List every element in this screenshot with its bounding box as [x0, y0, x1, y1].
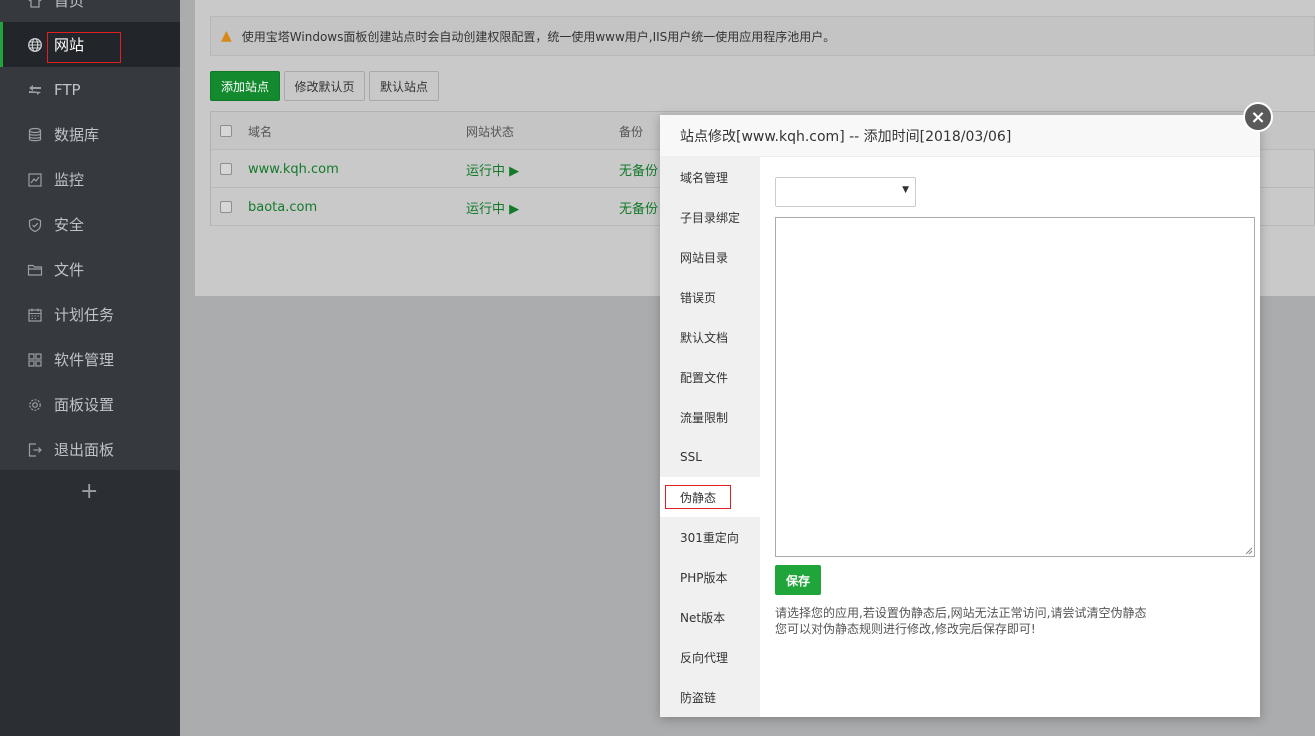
row-checkbox[interactable]: [220, 163, 232, 175]
tab-reverse-proxy[interactable]: 反向代理: [660, 637, 760, 677]
sidebar-item-files[interactable]: 文件: [0, 247, 180, 292]
chevron-down-icon: ▼: [902, 185, 909, 195]
tab-error-page[interactable]: 错误页: [660, 277, 760, 317]
sidebar-menu: 首页 网站 FTP 数据库 监控 安全 文件 计划任务 软件管理 面板设置 退出…: [0, 0, 180, 470]
resize-grip-icon[interactable]: [1245, 547, 1253, 555]
sidebar-item-label: FTP: [54, 80, 81, 99]
tab-site-directory[interactable]: 网站目录: [660, 237, 760, 277]
header-backup: 备份: [619, 124, 644, 139]
select-all-checkbox[interactable]: [220, 125, 232, 137]
sidebar-item-logout[interactable]: 退出面板: [0, 427, 180, 472]
sidebar-item-label: 退出面板: [54, 441, 115, 459]
tab-config-file[interactable]: 配置文件: [660, 357, 760, 397]
monitor-icon: [27, 172, 43, 188]
site-backup[interactable]: 无备份: [619, 188, 658, 226]
edit-default-page-button[interactable]: 修改默认页: [284, 71, 365, 101]
tab-301-redirect[interactable]: 301重定向: [660, 517, 760, 557]
sidebar-item-label: 面板设置: [54, 396, 115, 414]
tip-line: 请选择您的应用,若设置伪静态后,网站无法正常访问,请尝试清空伪静态: [775, 606, 1147, 620]
sidebar-item-ftp[interactable]: FTP: [0, 67, 180, 112]
site-status[interactable]: 运行中 ▶: [466, 150, 519, 188]
tab-net-version[interactable]: Net版本: [660, 597, 760, 637]
add-menu-button[interactable]: +: [80, 480, 98, 504]
rewrite-rules-textarea[interactable]: [775, 217, 1255, 557]
tab-hotlink-protection[interactable]: 防盗链: [660, 677, 760, 717]
row-checkbox[interactable]: [220, 201, 232, 213]
tab-default-document[interactable]: 默认文档: [660, 317, 760, 357]
folder-icon: [27, 262, 43, 278]
ftp-icon: [27, 82, 43, 98]
calendar-icon: [27, 307, 43, 323]
highlight-box-rewrite: [665, 485, 731, 509]
notice-bar: ▲ 使用宝塔Windows面板创建站点时会自动创建权限配置，统一使用www用户,…: [210, 16, 1315, 56]
tab-domain-management[interactable]: 域名管理: [660, 157, 760, 197]
sidebar-item-label: 首页: [54, 0, 85, 10]
tab-subdirectory-binding[interactable]: 子目录绑定: [660, 197, 760, 237]
highlight-box-website: [47, 32, 121, 63]
warning-icon: ▲: [221, 28, 232, 44]
modal-title: 站点修改[www.kqh.com] -- 添加时间[2018/03/06]: [660, 115, 1260, 157]
site-domain-link[interactable]: baota.com: [248, 188, 317, 226]
home-icon: [27, 0, 43, 9]
sidebar: 首页 网站 FTP 数据库 监控 安全 文件 计划任务 软件管理 面板设置 退出…: [0, 0, 180, 736]
logout-icon: [27, 442, 43, 458]
sidebar-item-monitor[interactable]: 监控: [0, 157, 180, 202]
modal-tab-list: 域名管理 子目录绑定 网站目录 错误页 默认文档 配置文件 流量限制 SSL 伪…: [660, 157, 760, 717]
sidebar-item-label: 监控: [54, 171, 85, 189]
header-domain[interactable]: 域名: [248, 112, 272, 150]
sidebar-item-security[interactable]: 安全: [0, 202, 180, 247]
apps-icon: [27, 352, 43, 368]
sidebar-item-settings[interactable]: 面板设置: [0, 382, 180, 427]
sidebar-item-database[interactable]: 数据库: [0, 112, 180, 157]
tip-line: 您可以对伪静态规则进行修改,修改完后保存即可!: [775, 622, 1036, 636]
sidebar-item-home[interactable]: 首页: [0, 0, 180, 23]
header-status: 网站状态: [466, 124, 515, 139]
help-tips: 请选择您的应用,若设置伪静态后,网站无法正常访问,请尝试清空伪静态 您可以对伪静…: [775, 605, 1245, 637]
default-site-button[interactable]: 默认站点: [369, 71, 439, 101]
gear-icon: [27, 397, 43, 413]
sidebar-item-label: 安全: [54, 216, 85, 234]
site-domain-link[interactable]: www.kqh.com: [248, 150, 339, 188]
sidebar-item-label: 文件: [54, 261, 85, 279]
sidebar-item-label: 软件管理: [54, 351, 115, 369]
globe-icon: [27, 37, 43, 53]
sidebar-item-label: 计划任务: [54, 306, 115, 324]
notice-text: 使用宝塔Windows面板创建站点时会自动创建权限配置，统一使用www用户,II…: [241, 29, 836, 44]
rewrite-template-select[interactable]: ▼: [775, 177, 916, 207]
tab-php-version[interactable]: PHP版本: [660, 557, 760, 597]
modal-body: ▼ 保存 请选择您的应用,若设置伪静态后,网站无法正常访问,请尝试清空伪静态 您…: [760, 157, 1260, 717]
tab-traffic-limit[interactable]: 流量限制: [660, 397, 760, 437]
site-status[interactable]: 运行中 ▶: [466, 188, 519, 226]
site-edit-modal: 站点修改[www.kqh.com] -- 添加时间[2018/03/06] 域名…: [660, 115, 1260, 717]
add-site-button[interactable]: 添加站点: [210, 71, 280, 101]
sidebar-item-label: 数据库: [54, 126, 100, 144]
close-modal-button[interactable]: ×: [1243, 102, 1273, 132]
site-backup[interactable]: 无备份: [619, 150, 658, 188]
tab-ssl[interactable]: SSL: [660, 437, 760, 477]
database-icon: [27, 127, 43, 143]
sidebar-item-software[interactable]: 软件管理: [0, 337, 180, 382]
save-button[interactable]: 保存: [775, 565, 821, 595]
sidebar-item-cron[interactable]: 计划任务: [0, 292, 180, 337]
shield-icon: [27, 217, 43, 233]
